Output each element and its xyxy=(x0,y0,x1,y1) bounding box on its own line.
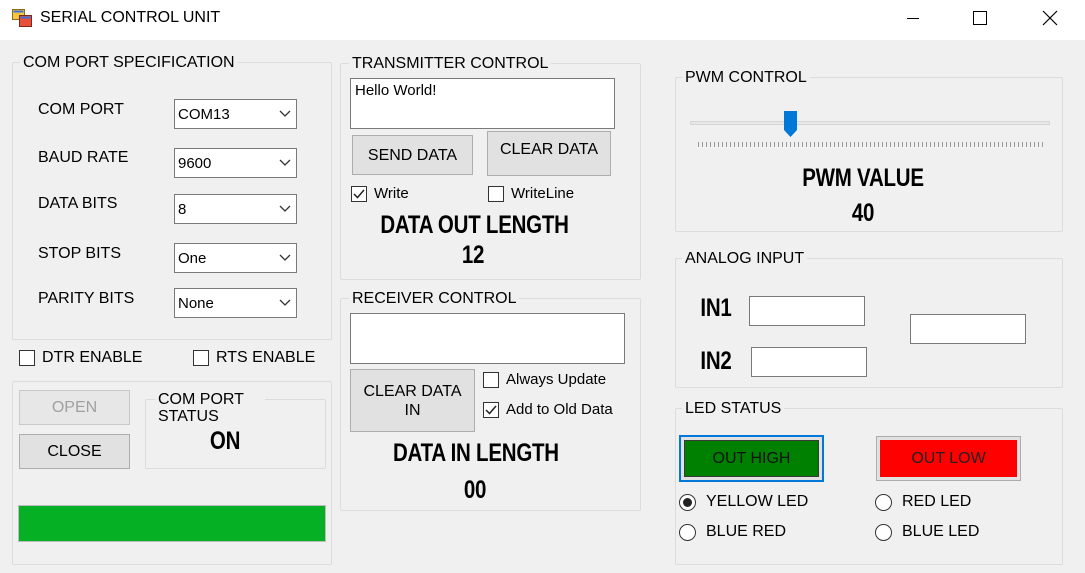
com-port-status-value: ON xyxy=(209,427,241,455)
pwm-value-label: PWM VALUE xyxy=(802,164,924,192)
always-update-checkbox[interactable]: Always Update xyxy=(483,371,606,388)
led-status-group xyxy=(675,408,1063,565)
minimize-button[interactable] xyxy=(885,0,941,36)
checkmark-icon xyxy=(485,405,497,415)
radio-circle xyxy=(679,493,696,511)
title-bar: SERIAL CONTROL UNIT xyxy=(0,0,1085,40)
connection-progress-bar xyxy=(18,505,326,542)
pwm-slider[interactable] xyxy=(690,108,1050,152)
analog-input-title: ANALOG INPUT xyxy=(682,250,808,268)
maximize-button[interactable] xyxy=(952,0,1008,36)
rts-enable-label: RTS ENABLE xyxy=(216,349,316,366)
parity-bits-label: PARITY BITS xyxy=(38,290,135,307)
slider-track xyxy=(690,121,1050,125)
checkbox-box xyxy=(483,401,499,418)
in1-field[interactable] xyxy=(749,296,865,326)
blue-red-label: BLUE RED xyxy=(706,523,787,540)
close-icon xyxy=(1042,10,1058,26)
receiver-title: RECEIVER CONTROL xyxy=(349,290,520,308)
clear-data-in-button[interactable]: CLEAR DATA IN xyxy=(350,369,475,432)
in2-label: IN2 xyxy=(700,347,732,375)
pwm-value: 40 xyxy=(851,199,875,227)
com-port-status-title: COM PORT STATUS xyxy=(155,391,265,425)
close-window-button[interactable] xyxy=(1022,0,1078,36)
stop-bits-value: One xyxy=(178,249,207,267)
radio-circle xyxy=(679,523,696,541)
receive-text-output[interactable] xyxy=(350,313,625,364)
stop-bits-label: STOP BITS xyxy=(38,245,121,262)
baud-rate-value: 9600 xyxy=(178,154,212,172)
close-button[interactable]: CLOSE xyxy=(19,434,130,469)
data-out-length-value: 12 xyxy=(461,241,485,269)
chevron-down-icon xyxy=(274,254,296,262)
add-to-old-data-checkbox[interactable]: Add to Old Data xyxy=(483,401,613,418)
blue-led-radio[interactable]: BLUE LED xyxy=(875,523,979,541)
maximize-icon xyxy=(973,11,987,25)
parity-bits-select[interactable]: None xyxy=(174,288,297,318)
com-port-label: COM PORT xyxy=(38,101,124,118)
blue-led-label: BLUE LED xyxy=(902,523,980,540)
checkmark-icon xyxy=(353,189,365,199)
slider-ticks xyxy=(698,142,1044,147)
red-led-label: RED LED xyxy=(902,493,972,510)
data-out-length-label: DATA OUT LENGTH xyxy=(380,211,569,239)
com-port-spec-title: COM PORT SPECIFICATION xyxy=(20,54,238,72)
window-title: SERIAL CONTROL UNIT xyxy=(40,9,221,26)
dtr-enable-label: DTR ENABLE xyxy=(42,349,143,366)
checkbox-box xyxy=(488,185,504,202)
red-led-radio[interactable]: RED LED xyxy=(875,493,971,511)
analog-extra-field[interactable] xyxy=(910,314,1026,344)
radio-dot xyxy=(683,497,692,507)
writeline-label: WriteLine xyxy=(511,185,575,202)
stop-bits-select[interactable]: One xyxy=(174,243,297,273)
data-bits-select[interactable]: 8 xyxy=(174,194,297,224)
add-to-old-data-label: Add to Old Data xyxy=(506,401,613,418)
checkbox-box xyxy=(483,371,499,388)
parity-bits-value: None xyxy=(178,294,214,312)
led-status-title: LED STATUS xyxy=(682,400,785,418)
checkbox-box xyxy=(19,350,35,366)
slider-thumb[interactable] xyxy=(783,111,797,137)
rts-enable-checkbox[interactable]: RTS ENABLE xyxy=(193,349,315,367)
baud-rate-label: BAUD RATE xyxy=(38,149,129,166)
dtr-enable-checkbox[interactable]: DTR ENABLE xyxy=(19,349,142,367)
chevron-down-icon xyxy=(274,110,296,118)
out-low-label: OUT LOW xyxy=(880,440,1017,477)
transmitter-title: TRANSMITTER CONTROL xyxy=(349,55,552,73)
data-bits-label: DATA BITS xyxy=(38,195,118,212)
yellow-led-label: YELLOW LED xyxy=(706,493,809,510)
in1-label: IN1 xyxy=(700,294,732,322)
minimize-icon xyxy=(907,18,919,19)
radio-circle xyxy=(875,493,892,511)
radio-circle xyxy=(875,523,892,541)
chevron-down-icon xyxy=(274,299,296,307)
writeline-checkbox[interactable]: WriteLine xyxy=(488,185,574,202)
open-button[interactable]: OPEN xyxy=(19,390,130,425)
com-port-select[interactable]: COM13 xyxy=(174,99,297,129)
chevron-down-icon xyxy=(274,159,296,167)
checkbox-box xyxy=(193,350,209,366)
progress-bar-fill xyxy=(19,506,325,541)
transmit-text-input[interactable]: Hello World! xyxy=(350,78,615,129)
com-port-value: COM13 xyxy=(178,105,230,123)
data-in-length-label: DATA IN LENGTH xyxy=(393,439,559,467)
yellow-led-radio[interactable]: YELLOW LED xyxy=(679,493,808,511)
baud-rate-select[interactable]: 9600 xyxy=(174,148,297,178)
write-label: Write xyxy=(374,185,409,202)
out-high-label: OUT HIGH xyxy=(684,440,819,477)
out-high-button[interactable]: OUT HIGH xyxy=(679,435,824,482)
app-window-icon xyxy=(12,9,32,27)
send-data-button[interactable]: SEND DATA xyxy=(352,135,473,175)
blue-red-radio[interactable]: BLUE RED xyxy=(679,523,786,541)
always-update-label: Always Update xyxy=(506,371,607,388)
clear-data-button[interactable]: CLEAR DATA xyxy=(487,131,611,176)
out-low-button[interactable]: OUT LOW xyxy=(876,436,1021,481)
chevron-down-icon xyxy=(274,205,296,213)
data-bits-value: 8 xyxy=(178,200,187,218)
pwm-title: PWM CONTROL xyxy=(682,69,810,87)
write-checkbox[interactable]: Write xyxy=(351,185,409,202)
in2-field[interactable] xyxy=(751,347,867,377)
data-in-length-value: 00 xyxy=(463,476,487,504)
checkbox-box xyxy=(351,185,367,202)
